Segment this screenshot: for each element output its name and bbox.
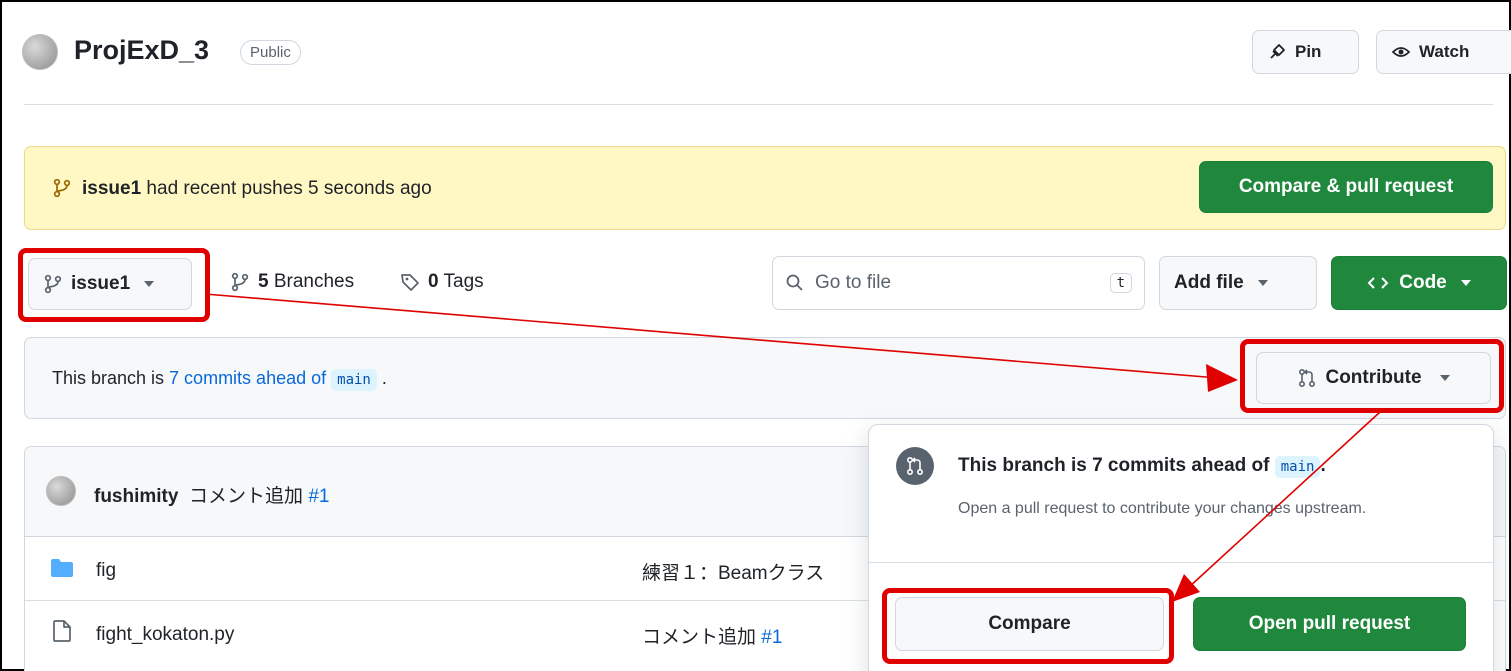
annotation-arrows bbox=[204, 293, 1381, 602]
